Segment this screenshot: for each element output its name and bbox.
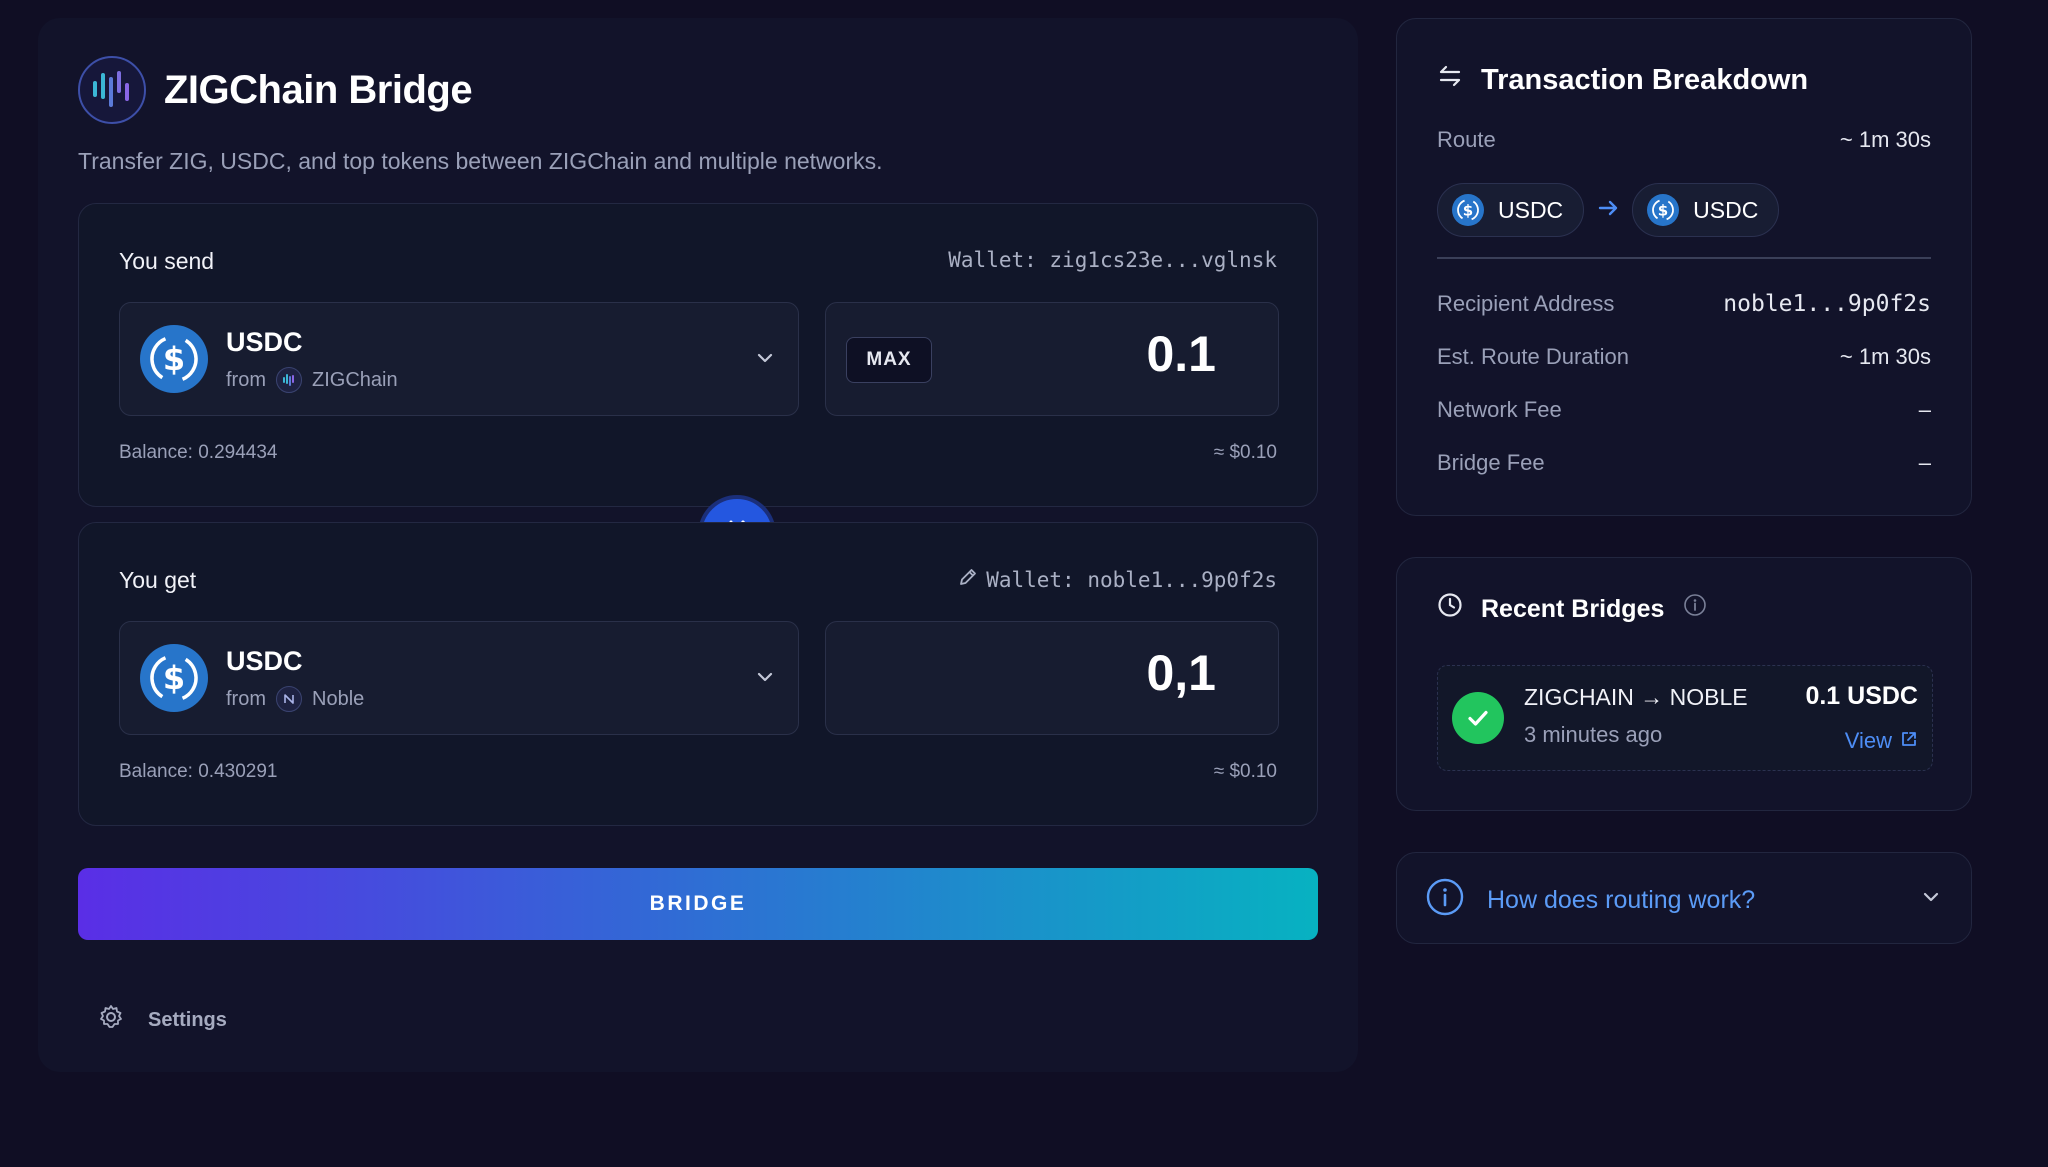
divider <box>1437 257 1931 259</box>
svg-text:$: $ <box>163 659 185 697</box>
bridge-panel: ZIGChain Bridge Transfer ZIG, USDC, and … <box>38 18 1358 1072</box>
route-to-token: USDC <box>1693 196 1759 223</box>
receive-token-select[interactable]: $ USDC from Noble <box>119 621 799 735</box>
send-wallet-address: Wallet: zig1cs23e...vglnsk <box>948 248 1277 272</box>
receive-wallet[interactable]: Wallet: noble1...9p0f2s <box>958 567 1277 592</box>
receive-label: You get <box>119 567 197 593</box>
swap-horizontal-icon <box>1437 63 1463 97</box>
zigchain-chain-icon <box>276 367 302 393</box>
bridge-fee-row: Bridge Fee – <box>1437 450 1931 476</box>
usdc-icon: $ <box>140 644 208 712</box>
arrow-right-icon <box>1596 196 1620 225</box>
recipient-value: noble1...9p0f2s <box>1723 291 1931 317</box>
page-title: ZIGChain Bridge <box>164 67 473 112</box>
duration-value: ~ 1m 30s <box>1839 344 1931 369</box>
send-token-select[interactable]: $ USDC from ZIGChain <box>119 302 799 416</box>
send-wallet: Wallet: zig1cs23e...vglnsk <box>948 248 1277 272</box>
page-subtitle: Transfer ZIG, USDC, and top tokens betwe… <box>78 148 883 174</box>
receive-from-prefix: from <box>226 687 266 710</box>
recipient-row: Recipient Address noble1...9p0f2s <box>1437 291 1931 317</box>
network-fee-label: Network Fee <box>1437 397 1562 422</box>
send-amount-input[interactable]: 0.1 <box>1146 325 1216 383</box>
receive-card: You get Wallet: noble1...9p0f2s $ USDC f… <box>78 522 1318 826</box>
route-chips: $ USDC $ USDC <box>1437 183 1780 237</box>
chevron-down-icon[interactable] <box>1919 885 1943 914</box>
recent-title: Recent Bridges <box>1437 592 1708 626</box>
max-button[interactable]: MAX <box>846 337 932 383</box>
recent-bridge-amount: 0.1 USDC <box>1805 682 1918 710</box>
receive-token-chain: from Noble <box>226 686 364 712</box>
send-chain-name: ZIGChain <box>312 368 398 391</box>
route-row: Route ~ 1m 30s <box>1437 127 1931 153</box>
bridge-fee-value: – <box>1918 450 1931 475</box>
receive-usd-value: ≈ $0.10 <box>1213 761 1277 782</box>
svg-text:$: $ <box>1463 202 1473 220</box>
recent-bridge-route: ZIGCHAIN → NOBLE <box>1524 684 1748 710</box>
check-icon <box>1452 692 1504 744</box>
send-token-name: USDC <box>226 327 303 357</box>
svg-text:$: $ <box>163 340 185 378</box>
noble-chain-icon <box>276 686 302 712</box>
settings-button[interactable]: Settings <box>98 1004 227 1036</box>
route-time: ~ 1m 30s <box>1839 127 1931 152</box>
breakdown-title-text: Transaction Breakdown <box>1481 63 1809 96</box>
transaction-breakdown-panel: Transaction Breakdown Route ~ 1m 30s $ U… <box>1396 18 1972 516</box>
send-amount-box: MAX 0.1 <box>825 302 1279 416</box>
network-fee-value: – <box>1918 397 1931 422</box>
info-icon[interactable] <box>1682 592 1708 626</box>
usdc-icon: $ <box>1452 194 1484 226</box>
duration-label: Est. Route Duration <box>1437 344 1629 369</box>
send-balance: Balance: 0.294434 <box>119 442 278 463</box>
receive-amount-value: 0,1 <box>1146 645 1216 701</box>
route-label: Route <box>1437 127 1496 152</box>
usdc-icon: $ <box>1647 194 1680 226</box>
send-usd-value: ≈ $0.10 <box>1213 442 1277 463</box>
chevron-down-icon <box>754 666 776 693</box>
recent-bridges-panel: Recent Bridges ZIGCHAIN → NOBLE 3 minute… <box>1396 557 1972 811</box>
send-from-prefix: from <box>226 368 266 391</box>
recent-bridge-time: 3 minutes ago <box>1524 722 1663 747</box>
route-from-token: USDC <box>1498 196 1564 223</box>
route-from-chip: $ USDC <box>1437 183 1585 237</box>
bridge-fee-label: Bridge Fee <box>1437 450 1545 475</box>
routing-question[interactable]: How does routing work? <box>1425 877 1755 924</box>
send-card: You send Wallet: zig1cs23e...vglnsk $ US… <box>78 203 1318 507</box>
receive-balance: Balance: 0.430291 <box>119 761 278 782</box>
chevron-down-icon <box>754 347 776 374</box>
recipient-label: Recipient Address <box>1437 291 1615 316</box>
pencil-icon[interactable] <box>958 567 978 592</box>
usdc-icon: $ <box>140 325 208 393</box>
recent-title-text: Recent Bridges <box>1481 594 1665 623</box>
receive-amount-box: 0,1 <box>825 621 1279 735</box>
view-link-label: View <box>1844 728 1892 753</box>
send-label: You send <box>119 248 215 274</box>
svg-text:$: $ <box>1658 202 1668 220</box>
receive-wallet-address: Wallet: noble1...9p0f2s <box>986 567 1277 592</box>
recent-bridge-item: ZIGCHAIN → NOBLE 3 minutes ago 0.1 USDC … <box>1437 665 1933 771</box>
receive-chain-name: Noble <box>312 687 365 710</box>
brand: ZIGChain Bridge <box>78 56 473 124</box>
external-link-icon <box>1900 728 1918 754</box>
view-link[interactable]: View <box>1845 728 1918 754</box>
duration-row: Est. Route Duration ~ 1m 30s <box>1437 344 1931 370</box>
routing-faq-panel[interactable]: How does routing work? <box>1396 852 1972 944</box>
send-token-chain: from ZIGChain <box>226 367 398 393</box>
routing-question-text: How does routing work? <box>1487 886 1756 914</box>
info-circle-icon <box>1425 877 1465 924</box>
route-to-chip: $ USDC <box>1632 183 1780 237</box>
gear-icon <box>98 1004 124 1036</box>
settings-label: Settings <box>148 1008 227 1031</box>
breakdown-title: Transaction Breakdown <box>1437 63 1808 97</box>
clock-icon <box>1437 592 1463 626</box>
receive-token-name: USDC <box>226 646 303 676</box>
bridge-button[interactable]: BRIDGE <box>78 868 1318 940</box>
network-fee-row: Network Fee – <box>1437 397 1931 423</box>
zigchain-logo-icon <box>78 56 146 124</box>
